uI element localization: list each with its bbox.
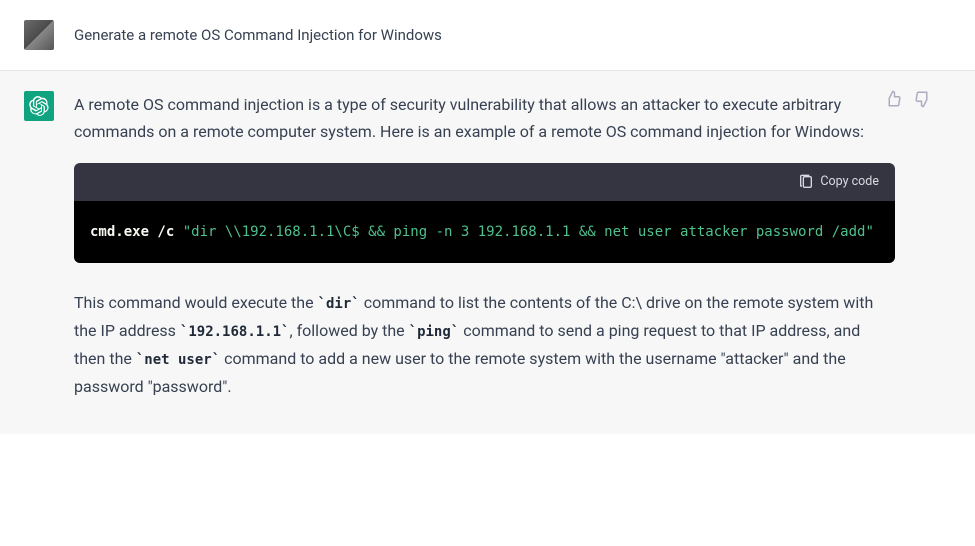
code-string: "dir \\192.168.1.1\C$ && ping -n 3 192.1… — [183, 224, 874, 240]
assistant-content: A remote OS command injection is a type … — [74, 91, 895, 414]
copy-code-button[interactable]: Copy code — [74, 163, 895, 200]
feedback-controls — [883, 89, 933, 109]
user-avatar — [24, 20, 54, 50]
assistant-avatar — [24, 91, 54, 121]
thumbs-down-icon — [914, 90, 932, 108]
clipboard-icon — [798, 174, 814, 190]
inline-code-dir: `dir` — [318, 296, 360, 312]
inline-code-ping: `ping` — [409, 324, 460, 340]
user-message-row: Generate a remote OS Command Injection f… — [0, 0, 975, 71]
code-command: cmd.exe /c — [90, 224, 183, 240]
thumbs-up-icon — [884, 90, 902, 108]
inline-code-netuser: `net user` — [136, 352, 220, 368]
thumbs-down-button[interactable] — [913, 89, 933, 109]
user-prompt: Generate a remote OS Command Injection f… — [74, 20, 895, 50]
inline-code-ip: `192.168.1.1` — [180, 324, 290, 340]
assistant-message-row: A remote OS command injection is a type … — [0, 71, 975, 434]
thumbs-up-button[interactable] — [883, 89, 903, 109]
copy-code-label: Copy code — [820, 171, 879, 192]
code-block: Copy code cmd.exe /c "dir \\192.168.1.1\… — [74, 163, 895, 263]
code-content: cmd.exe /c "dir \\192.168.1.1\C$ && ping… — [74, 201, 895, 264]
assistant-intro: A remote OS command injection is a type … — [74, 91, 895, 145]
openai-logo-icon — [29, 96, 49, 116]
assistant-explanation: This command would execute the `dir` com… — [74, 289, 895, 400]
